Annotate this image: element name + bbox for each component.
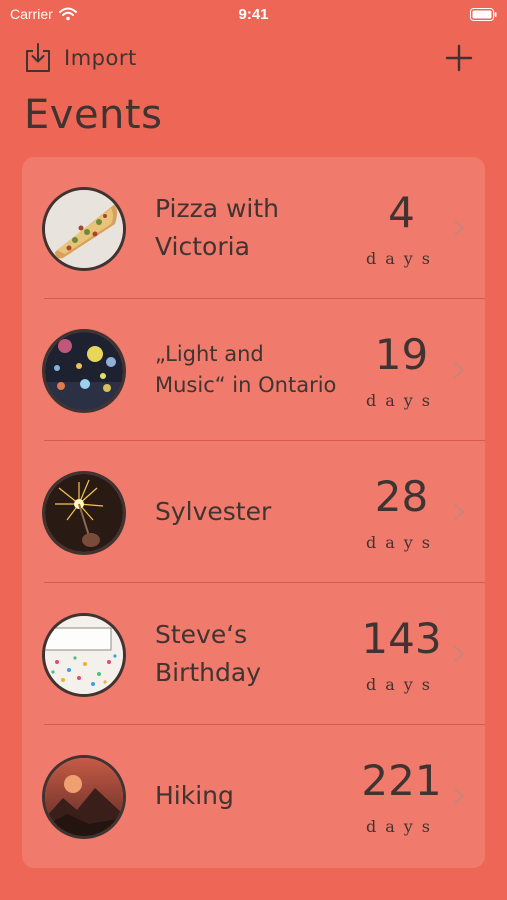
event-row-hiking[interactable]: Hiking 221 days [22, 725, 485, 867]
chevron-right-icon [454, 788, 464, 804]
days-unit: days [365, 533, 440, 552]
chevron-right-icon [454, 220, 464, 236]
days-unit: days [365, 391, 440, 410]
days-unit: days [365, 249, 440, 268]
event-list: Pizza with Victoria 4 days „Light and Mu… [22, 157, 485, 868]
days-count: 4 [388, 188, 415, 237]
event-title: Steve‘s Birthday [155, 620, 262, 687]
status-time: 9:41 [238, 6, 269, 23]
event-image-concert-lights [42, 329, 126, 413]
status-bar: Carrier 9:41 [0, 0, 507, 30]
event-title: Hiking [155, 781, 234, 810]
import-button[interactable]: Import [24, 42, 137, 74]
event-title: Pizza with Victoria [155, 194, 280, 261]
import-icon [26, 43, 50, 72]
events-screen: Carrier 9:41 Import Events Pizza with Vi… [0, 0, 507, 900]
navigation-bar: Import [0, 38, 507, 82]
event-image-mountain-sunset [42, 755, 126, 839]
days-unit: days [365, 675, 440, 694]
event-title: „Light and Music“ in Ontario [155, 342, 337, 397]
days-count: 19 [374, 330, 429, 379]
import-label: Import [64, 46, 137, 70]
days-count: 221 [361, 756, 442, 805]
event-image-birthday-sign [42, 613, 126, 697]
chevron-right-icon [454, 646, 464, 662]
event-row-pizza-with-victoria[interactable]: Pizza with Victoria 4 days [22, 157, 485, 299]
battery-icon [470, 8, 497, 21]
event-image-pizza [42, 187, 126, 271]
days-count: 28 [374, 472, 429, 521]
event-title: Sylvester [155, 497, 272, 526]
add-event-button[interactable] [445, 44, 473, 72]
event-row-steves-birthday[interactable]: Steve‘s Birthday 143 days [22, 583, 485, 725]
event-row-sylvester[interactable]: Sylvester 28 days [22, 441, 485, 583]
event-row-light-and-music[interactable]: „Light and Music“ in Ontario 19 days [22, 299, 485, 441]
days-count: 143 [361, 614, 442, 663]
days-unit: days [365, 817, 440, 836]
page-title: Events [24, 92, 163, 138]
event-image-sparkler [42, 471, 126, 555]
chevron-right-icon [454, 362, 464, 378]
chevron-right-icon [454, 504, 464, 520]
